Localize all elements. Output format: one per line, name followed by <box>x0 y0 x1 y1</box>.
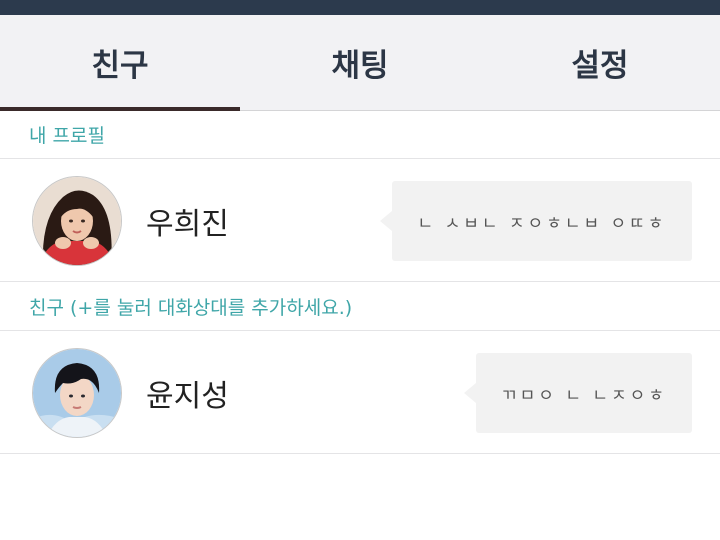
my-profile-header: 내 프로필 <box>0 111 720 159</box>
my-profile-row[interactable]: 우희진 ㄴ ㅅㅂㄴ ㅈㅇㅎㄴㅂ ㅇㄸㅎ <box>0 160 720 282</box>
my-profile-name: 우희진 <box>146 207 229 242</box>
app-screen: 친구 채팅 설정 내 프로필 우희진 ㄴ ㅅㅂㄴ ㅈㅇㅎㄴㅂ ㅇㄸㅎ 친구 (+… <box>0 0 720 540</box>
friends-header: 친구 (+를 눌러 대화상대를 추가하세요.) <box>0 283 720 331</box>
tab-settings[interactable]: 설정 <box>480 15 720 110</box>
my-avatar[interactable] <box>32 176 122 266</box>
tab-bar: 친구 채팅 설정 <box>0 15 720 111</box>
status-bar <box>0 0 720 15</box>
friend-name: 윤지성 <box>146 379 229 414</box>
tab-friends[interactable]: 친구 <box>0 15 240 111</box>
profile-photo-woman-icon <box>33 177 121 265</box>
tab-chats[interactable]: 채팅 <box>240 15 480 110</box>
friend-row[interactable]: 윤지성 ㄲㅁㅇ ㄴ ㄴㅈㅇㅎ <box>0 332 720 454</box>
profile-photo-man-icon <box>33 349 121 437</box>
friend-status-message[interactable]: ㄲㅁㅇ ㄴ ㄴㅈㅇㅎ <box>464 353 692 433</box>
friend-avatar[interactable] <box>32 348 122 438</box>
my-status-message[interactable]: ㄴ ㅅㅂㄴ ㅈㅇㅎㄴㅂ ㅇㄸㅎ <box>380 181 692 261</box>
